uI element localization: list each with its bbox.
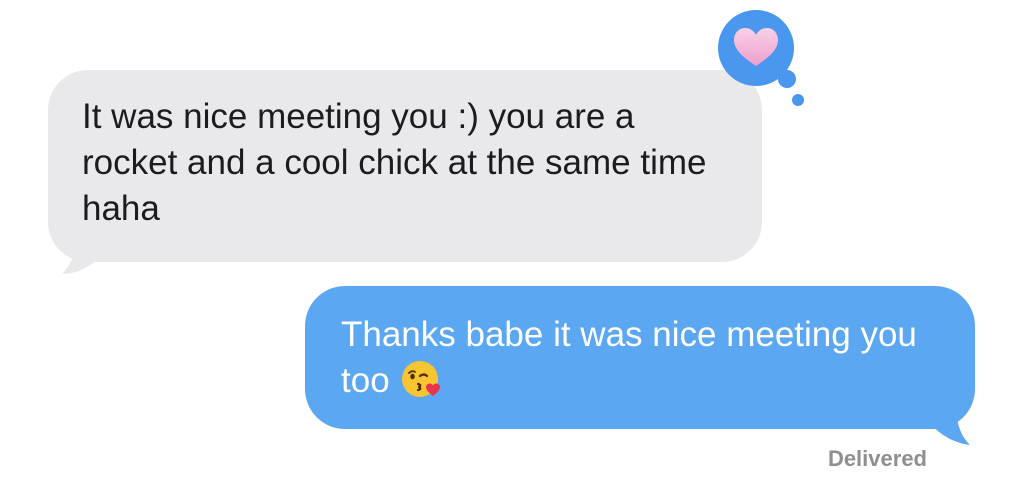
message-thread: It was nice meeting you :) you are a roc… — [0, 0, 1024, 480]
outgoing-bubble-tail — [930, 405, 970, 445]
outgoing-message-text: Thanks babe it was nice meeting you too — [341, 312, 961, 404]
incoming-bubble-tail — [62, 236, 102, 274]
outgoing-message-bubble[interactable]: Thanks babe it was nice meeting you too — [305, 286, 975, 429]
tapback-reaction[interactable] — [714, 6, 814, 110]
incoming-message-bubble[interactable]: It was nice meeting you :) you are a roc… — [48, 70, 762, 262]
delivery-status: Delivered — [827, 446, 927, 471]
kissing-face-with-heart-icon — [401, 361, 440, 397]
incoming-message-text: It was nice meeting you :) you are a roc… — [82, 97, 707, 228]
